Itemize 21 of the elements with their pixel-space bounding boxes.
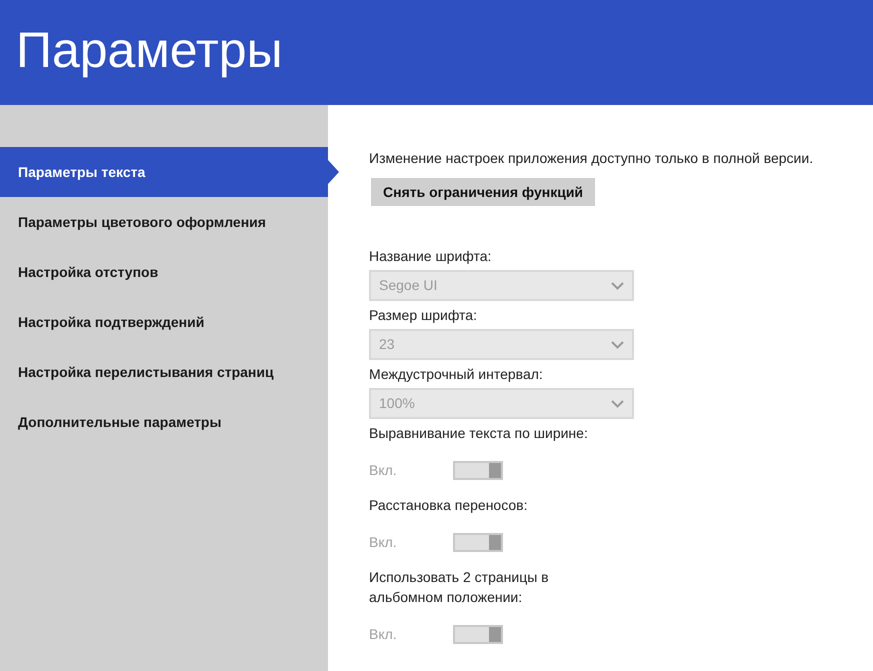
sidebar-item[interactable]: Дополнительные параметры [0,397,328,447]
toggle-state-label: Вкл. [369,533,398,552]
unlock-button[interactable]: Снять ограничения функций [371,178,596,206]
sidebar-item[interactable]: Параметры цветового оформления [0,197,328,247]
field-label: Расстановка переносов: [369,496,528,515]
field-label: Название шрифта: [369,247,492,266]
sidebar-item[interactable]: Настройка подтверждений [0,297,328,347]
field-label: Размер шрифта: [369,306,478,325]
field-label: Выравнивание текста по ширине: [369,424,589,443]
notice-text: Изменение настроек приложения доступно только в полной версии. [369,149,814,168]
sidebar-item[interactable]: Параметры текста [0,147,339,197]
chevron-down-icon [611,282,624,290]
chevron-down-icon [611,340,624,348]
toggle-state-label: Вкл. [369,461,398,480]
page-title: Параметры [16,24,283,80]
field-label: Междустрочный интервал: [369,365,544,384]
toggle-state-label: Вкл. [369,625,398,644]
field-label: Использовать 2 страницы в альбомном положении: [369,568,550,607]
chevron-down-icon [611,400,624,408]
sidebar-item[interactable]: Настройка перелистывания страниц [0,347,328,397]
sidebar-item[interactable]: Настройка отступов [0,247,328,297]
